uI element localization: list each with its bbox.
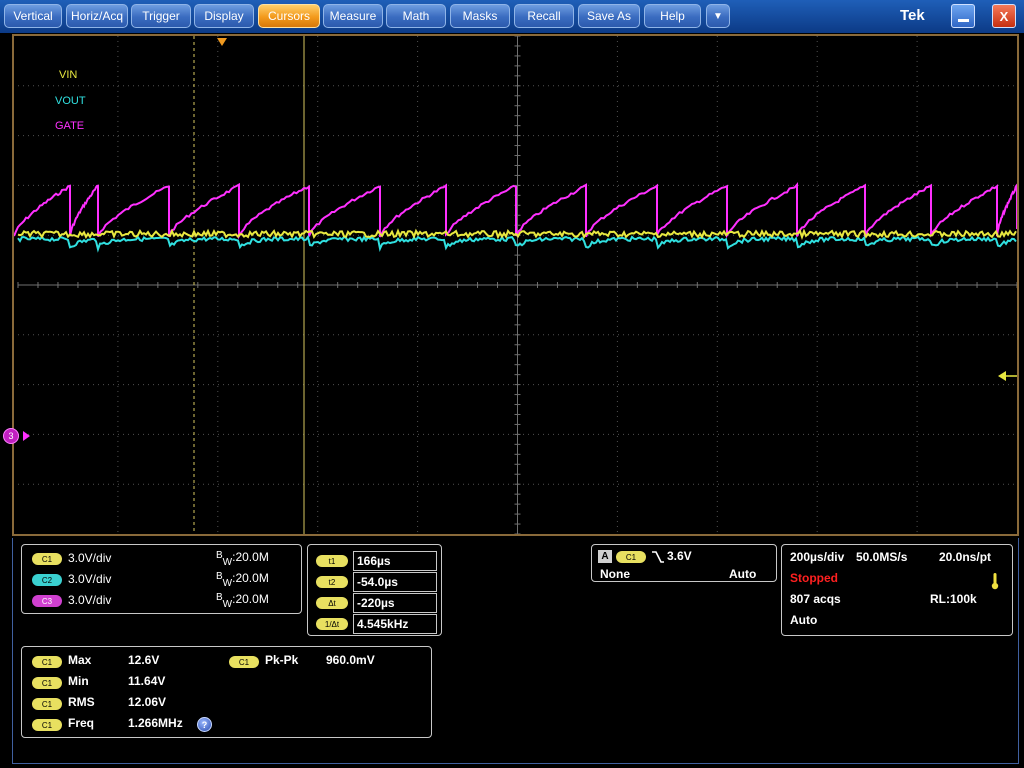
ch2-badge[interactable]: C2 <box>32 574 62 586</box>
sample-resolution: 20.0ns/pt <box>939 550 992 564</box>
meas-min-source: C1 <box>32 677 62 689</box>
cursor-freq-value: 4.545kHz <box>353 614 437 634</box>
trigger-panel[interactable]: A C1 3.6V None Auto <box>591 544 777 582</box>
info-icon[interactable]: ? <box>197 717 212 732</box>
ch3-ground-marker[interactable]: 3 <box>3 428 19 444</box>
acquisition-mode: Auto <box>790 613 818 627</box>
minimize-icon <box>957 18 969 22</box>
meas-freq-value: 1.266MHz <box>128 716 183 730</box>
falling-edge-icon <box>652 551 664 563</box>
ch2-bandwidth: BW:20.0M <box>216 571 269 589</box>
menu-measure[interactable]: Measure <box>323 4 383 28</box>
cursor-delta-badge: Δt <box>316 597 348 609</box>
cursor-freq-badge: 1/Δt <box>316 618 348 630</box>
menu-recall[interactable]: Recall <box>514 4 574 28</box>
ch1-scale: 3.0V/div <box>68 551 112 565</box>
timebase: 200µs/div <box>790 550 845 564</box>
meas-min-value: 11.64V <box>128 674 166 688</box>
trigger-sweep-mode: Auto <box>729 567 757 581</box>
menu-dropdown-button[interactable]: ▼ <box>706 4 730 28</box>
trigger-mode-badge: A <box>598 550 612 563</box>
measurement-panel[interactable]: C1 Max 12.6V C1 Min 11.64V C1 RMS 12.06V… <box>21 646 432 738</box>
meas-max-source: C1 <box>32 656 62 668</box>
minimize-button[interactable] <box>951 4 975 28</box>
cursor-delta-value: -220µs <box>353 593 437 613</box>
meas-max-value: 12.6V <box>128 653 160 667</box>
menu-math[interactable]: Math <box>386 4 446 28</box>
channel-panel: C1 3.0V/div BW:20.0M C2 3.0V/div BW:20.0… <box>21 544 302 614</box>
record-length: RL:100k <box>930 592 977 606</box>
ch3-gate-trace <box>14 182 1017 240</box>
ch1-badge[interactable]: C1 <box>32 553 62 565</box>
meas-rms-name: RMS <box>68 695 95 709</box>
waveform-graticule <box>14 36 1017 534</box>
meas-freq-source: C1 <box>32 719 62 731</box>
meas-max-name: Max <box>68 653 92 667</box>
meas-freq-name: Freq <box>68 716 95 730</box>
acquisition-panel[interactable]: 200µs/div 50.0MS/s 20.0ns/pt Stopped 807… <box>781 544 1013 636</box>
meas-pkpk-name: Pk-Pk <box>265 653 299 667</box>
cursor-t1-value: 166µs <box>353 551 437 571</box>
readout-area: C1 3.0V/div BW:20.0M C2 3.0V/div BW:20.0… <box>12 538 1019 764</box>
ch1-bandwidth: BW:20.0M <box>216 550 269 568</box>
meas-rms-source: C1 <box>32 698 62 710</box>
meas-min-name: Min <box>68 674 89 688</box>
close-button[interactable]: X <box>992 4 1016 28</box>
trigger-level: 3.6V <box>667 549 692 563</box>
menu-cursors[interactable]: Cursors <box>258 4 320 28</box>
vin-label: VIN <box>59 69 78 81</box>
trigger-position-marker <box>217 38 227 46</box>
meas-pkpk-value: 960.0mV <box>326 653 375 667</box>
brand-logo: Tek <box>900 7 925 24</box>
menu-bar: Vertical Horiz/Acq Trigger Display Curso… <box>0 0 1024 33</box>
gate-label: GATE <box>55 120 85 132</box>
ch3-ground-arrow-icon <box>23 431 30 441</box>
menu-trigger[interactable]: Trigger <box>131 4 191 28</box>
trigger-level-arrow <box>998 371 1006 381</box>
ch3-scale: 3.0V/div <box>68 593 112 607</box>
menu-horiz-acq[interactable]: Horiz/Acq <box>66 4 128 28</box>
menu-vertical[interactable]: Vertical <box>4 4 62 28</box>
meas-pkpk-source: C1 <box>229 656 259 668</box>
meas-rms-value: 12.06V <box>128 695 167 709</box>
cursor-t2-badge: t2 <box>316 576 348 588</box>
acquisition-status: Stopped <box>790 571 838 585</box>
trigger-coupling: None <box>600 567 630 581</box>
acquisition-count: 807 acqs <box>790 592 841 606</box>
vout-label: VOUT <box>55 95 86 107</box>
ch2-scale: 3.0V/div <box>68 572 112 586</box>
menu-help[interactable]: Help <box>644 4 701 28</box>
ch3-bandwidth: BW:20.0M <box>216 592 269 610</box>
menu-masks[interactable]: Masks <box>450 4 510 28</box>
waveform-display[interactable]: VIN VOUT GATE <box>12 34 1019 536</box>
thermometer-icon <box>991 573 999 590</box>
menu-display[interactable]: Display <box>194 4 254 28</box>
close-icon: X <box>999 8 1009 24</box>
sample-rate: 50.0MS/s <box>856 550 908 564</box>
triangle-down-icon: ▼ <box>713 10 723 22</box>
trigger-source-badge: C1 <box>616 551 646 563</box>
ch3-badge[interactable]: C3 <box>32 595 62 607</box>
menu-save-as[interactable]: Save As <box>578 4 640 28</box>
cursor-t2-value: -54.0µs <box>353 572 437 592</box>
cursor-panel[interactable]: t1 166µs t2 -54.0µs Δt -220µs 1/Δt 4.545… <box>307 544 442 636</box>
cursor-t1-badge: t1 <box>316 555 348 567</box>
